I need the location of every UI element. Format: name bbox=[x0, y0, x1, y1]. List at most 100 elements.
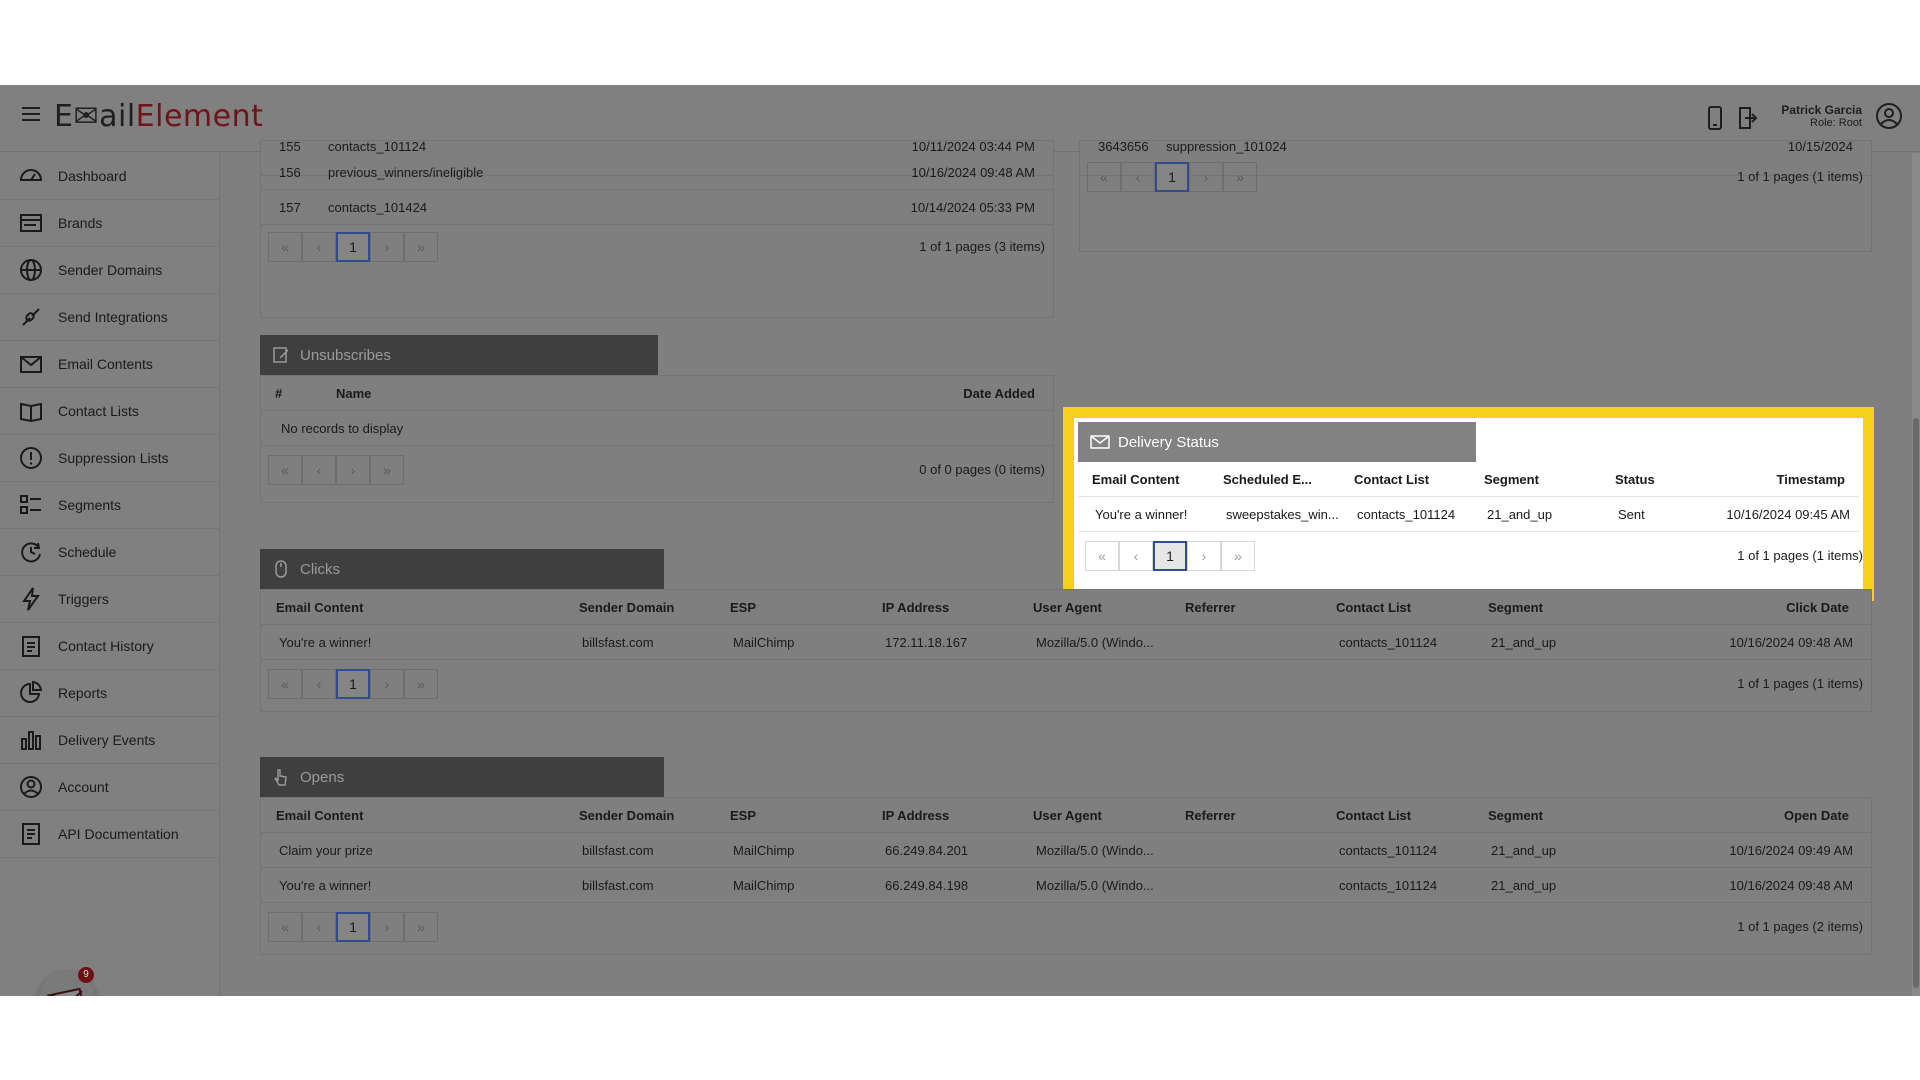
sign-out-icon[interactable] bbox=[1736, 105, 1758, 131]
prev-page-button[interactable]: ‹ bbox=[302, 455, 336, 485]
col-header-email[interactable]: Email Content bbox=[276, 600, 363, 615]
col-header-num[interactable]: # bbox=[275, 386, 282, 401]
col-header-segment[interactable]: Segment bbox=[1488, 600, 1543, 615]
sidebar-item-email-contents[interactable]: Email Contents bbox=[0, 341, 219, 388]
sidebar-item-suppression-lists[interactable]: Suppression Lists bbox=[0, 435, 219, 482]
sidebar-item-send-integrations[interactable]: Send Integrations bbox=[0, 294, 219, 341]
first-page-button[interactable]: « bbox=[1087, 162, 1121, 192]
first-page-button[interactable]: « bbox=[1085, 541, 1119, 571]
table-row[interactable]: Claim your prize billsfast.com MailChimp… bbox=[261, 833, 1871, 868]
user-info[interactable]: Patrick Garcia Role: Root bbox=[1781, 103, 1862, 129]
next-page-button[interactable]: › bbox=[1187, 541, 1221, 571]
col-header-agent[interactable]: User Agent bbox=[1033, 808, 1102, 823]
col-header-timestamp[interactable]: Timestamp bbox=[1777, 472, 1845, 487]
first-page-button[interactable]: « bbox=[268, 912, 302, 942]
col-header-domain[interactable]: Sender Domain bbox=[579, 808, 674, 823]
panel-title: Clicks bbox=[300, 560, 340, 578]
pagination: « ‹ 1 › » 1 of 1 pages (2 items) bbox=[261, 905, 1871, 949]
row-date: 10/11/2024 03:44 PM bbox=[911, 139, 1035, 154]
sidebar-item-label: Contact History bbox=[58, 638, 154, 654]
sidebar-item-delivery-events[interactable]: Delivery Events bbox=[0, 717, 219, 764]
col-header-name[interactable]: Name bbox=[336, 386, 371, 401]
col-header-scheduled[interactable]: Scheduled E... bbox=[1223, 472, 1312, 487]
logo-e: E bbox=[54, 99, 74, 134]
sidebar-item-account[interactable]: Account bbox=[0, 764, 219, 811]
page-scrollbar[interactable] bbox=[1912, 153, 1920, 996]
col-header-list[interactable]: Contact List bbox=[1354, 472, 1429, 487]
next-page-button[interactable]: › bbox=[336, 455, 370, 485]
col-header-agent[interactable]: User Agent bbox=[1033, 600, 1102, 615]
hamburger-menu-icon[interactable] bbox=[22, 107, 40, 125]
last-page-button[interactable]: » bbox=[404, 912, 438, 942]
col-header-esp[interactable]: ESP bbox=[730, 600, 756, 615]
col-header-list[interactable]: Contact List bbox=[1336, 808, 1411, 823]
mail-icon bbox=[47, 987, 85, 996]
sidebar-item-triggers[interactable]: Triggers bbox=[0, 576, 219, 623]
prev-page-button[interactable]: ‹ bbox=[1121, 162, 1155, 192]
user-avatar-icon[interactable] bbox=[1876, 103, 1902, 129]
col-header-domain[interactable]: Sender Domain bbox=[579, 600, 674, 615]
table-row[interactable]: You're a winner! sweepstakes_win... cont… bbox=[1078, 497, 1859, 532]
col-header-ref[interactable]: Referrer bbox=[1185, 808, 1236, 823]
sidebar-item-schedule[interactable]: Schedule bbox=[0, 529, 219, 576]
page-info: 1 of 1 pages (2 items) bbox=[1737, 919, 1863, 934]
col-header-email[interactable]: Email Content bbox=[276, 808, 363, 823]
last-page-button[interactable]: » bbox=[1223, 162, 1257, 192]
unsubscribes-table: # Name Date Added No records to display … bbox=[260, 375, 1054, 503]
col-header-list[interactable]: Contact List bbox=[1336, 600, 1411, 615]
table-row[interactable]: 157 contacts_101424 10/14/2024 05:33 PM bbox=[261, 190, 1053, 225]
next-page-button[interactable]: › bbox=[370, 912, 404, 942]
col-header-date[interactable]: Date Added bbox=[963, 386, 1035, 401]
scrollbar-thumb[interactable] bbox=[1913, 418, 1919, 988]
app-logo[interactable]: E✉ailElement bbox=[54, 99, 263, 134]
first-page-button[interactable]: « bbox=[268, 232, 302, 262]
col-header-segment[interactable]: Segment bbox=[1484, 472, 1539, 487]
page-1-button[interactable]: 1 bbox=[336, 912, 370, 942]
sidebar-item-brands[interactable]: Brands bbox=[0, 200, 219, 247]
last-page-button[interactable]: » bbox=[370, 455, 404, 485]
notifications-button[interactable]: 9 bbox=[38, 967, 96, 996]
sidebar-item-label: API Documentation bbox=[58, 826, 179, 842]
clipboard-icon bbox=[18, 633, 44, 659]
col-header-segment[interactable]: Segment bbox=[1488, 808, 1543, 823]
last-page-button[interactable]: » bbox=[1221, 541, 1255, 571]
sidebar-item-segments[interactable]: Segments bbox=[0, 482, 219, 529]
page-1-button[interactable]: 1 bbox=[1155, 162, 1189, 192]
prev-page-button[interactable]: ‹ bbox=[302, 669, 336, 699]
next-page-button[interactable]: › bbox=[1189, 162, 1223, 192]
last-page-button[interactable]: » bbox=[404, 232, 438, 262]
prev-page-button[interactable]: ‹ bbox=[302, 232, 336, 262]
table-row[interactable]: You're a winner! billsfast.com MailChimp… bbox=[261, 868, 1871, 903]
sidebar-item-reports[interactable]: Reports bbox=[0, 670, 219, 717]
envelope-icon bbox=[1090, 433, 1110, 451]
page-1-button[interactable]: 1 bbox=[336, 669, 370, 699]
page-1-button[interactable]: 1 bbox=[336, 232, 370, 262]
col-header-ref[interactable]: Referrer bbox=[1185, 600, 1236, 615]
page-1-button[interactable]: 1 bbox=[1153, 541, 1187, 571]
sidebar-item-label: Reports bbox=[58, 685, 108, 701]
first-page-button[interactable]: « bbox=[268, 669, 302, 699]
sidebar-item-label: Dashboard bbox=[58, 168, 127, 184]
col-header-status[interactable]: Status bbox=[1615, 472, 1655, 487]
col-header-ip[interactable]: IP Address bbox=[882, 600, 949, 615]
prev-page-button[interactable]: ‹ bbox=[302, 912, 336, 942]
sidebar-item-sender-domains[interactable]: Sender Domains bbox=[0, 247, 219, 294]
col-header-ip[interactable]: IP Address bbox=[882, 808, 949, 823]
next-page-button[interactable]: › bbox=[370, 669, 404, 699]
col-header-date[interactable]: Open Date bbox=[1784, 808, 1849, 823]
first-page-button[interactable]: « bbox=[268, 455, 302, 485]
table-row[interactable]: You're a winner! billsfast.com MailChimp… bbox=[261, 625, 1871, 660]
next-page-button[interactable]: › bbox=[370, 232, 404, 262]
table-row[interactable]: 156 previous_winners/ineligible 10/16/20… bbox=[261, 155, 1053, 190]
sidebar-item-dashboard[interactable]: Dashboard bbox=[0, 153, 219, 200]
clicks-table: Email Content Sender Domain ESP IP Addre… bbox=[260, 589, 1872, 712]
sidebar-item-api-documentation[interactable]: API Documentation bbox=[0, 811, 219, 858]
last-page-button[interactable]: » bbox=[404, 669, 438, 699]
col-header-email[interactable]: Email Content bbox=[1092, 472, 1179, 487]
mobile-device-icon[interactable] bbox=[1704, 105, 1726, 131]
sidebar-item-contact-lists[interactable]: Contact Lists bbox=[0, 388, 219, 435]
col-header-esp[interactable]: ESP bbox=[730, 808, 756, 823]
prev-page-button[interactable]: ‹ bbox=[1119, 541, 1153, 571]
sidebar-item-contact-history[interactable]: Contact History bbox=[0, 623, 219, 670]
col-header-date[interactable]: Click Date bbox=[1786, 600, 1849, 615]
